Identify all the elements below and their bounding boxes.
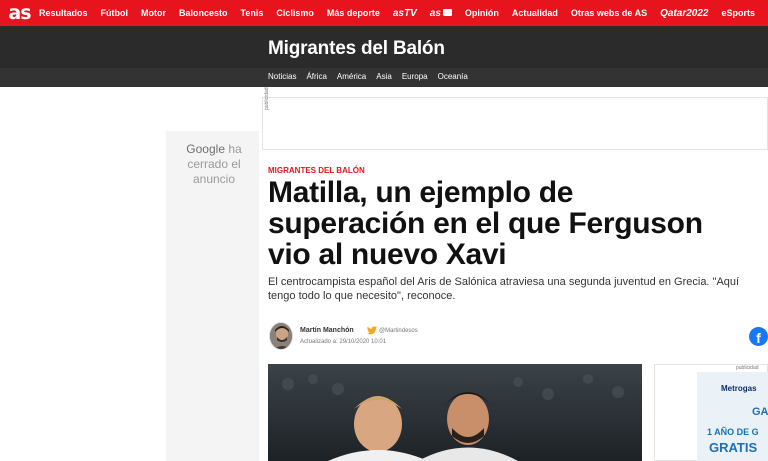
football-players-image — [268, 364, 642, 461]
top-navigation: as Resultados Fútbol Motor Baloncesto Te… — [0, 0, 768, 26]
author-name[interactable]: Martín Manchón — [300, 327, 354, 334]
nav-link-resultados[interactable]: Resultados — [39, 8, 88, 18]
updated-timestamp: Actualizado a: 29/10/2020 10:01 — [300, 339, 387, 345]
subnav-item-europa[interactable]: Europa — [402, 72, 428, 81]
subnav-item-asia[interactable]: Asia — [376, 72, 392, 81]
subnav-item-africa[interactable]: África — [306, 72, 326, 81]
nav-brand-astv[interactable]: asTV — [393, 8, 417, 19]
author-portrait — [270, 323, 292, 349]
facebook-share-button[interactable]: f — [749, 327, 768, 346]
metrogas-logo: Metrogas — [721, 384, 757, 393]
nav-link-mas-deporte[interactable]: Más deporte — [327, 8, 380, 18]
nav-link-esports[interactable]: eSports — [721, 8, 755, 18]
facebook-icon: f — [756, 330, 761, 346]
article-photo[interactable] — [268, 364, 642, 461]
nav-link-baloncesto[interactable]: Baloncesto — [179, 8, 228, 18]
metrogas-ad-line2: 1 AÑO DE G — [707, 427, 759, 437]
ad-label-top: publicidad — [264, 87, 270, 110]
section-title[interactable]: Migrantes del Balón — [268, 38, 445, 60]
nav-link-otras-webs[interactable]: Otras webs de AS — [571, 8, 647, 18]
nav-link-ciclismo[interactable]: Ciclismo — [276, 8, 314, 18]
metrogas-ad[interactable]: Metrogas GA 1 AÑO DE G GRATIS — [697, 372, 768, 461]
ad-label-right: publicidad — [736, 365, 759, 371]
closed-ad-message: Google ha cerrado el anuncio — [174, 142, 254, 187]
nav-link-tenis[interactable]: Tenis — [240, 8, 263, 18]
as-logo[interactable]: as — [6, 0, 33, 26]
camera-icon — [442, 9, 452, 17]
top-ad-banner[interactable] — [262, 97, 768, 150]
nav-link-actualidad[interactable]: Actualidad — [512, 8, 558, 18]
article-subtitle: El centrocampista español del Aris de Sa… — [268, 276, 740, 302]
subnav-item-oceania[interactable]: Oceanía — [438, 72, 468, 81]
metrogas-ad-line3: GRATIS — [709, 440, 758, 455]
twitter-icon[interactable] — [367, 326, 377, 335]
nav-link-opinion[interactable]: Opinión — [465, 8, 499, 18]
nav-brand-asfoto-label: as — [429, 7, 441, 19]
article-headline: Matilla, un ejemplo de superación en el … — [268, 176, 703, 271]
author-avatar[interactable] — [269, 322, 293, 350]
article-kicker[interactable]: MIGRANTES DEL BALÓN — [268, 166, 365, 175]
nav-brand-asfoto[interactable]: as — [430, 8, 452, 19]
twitter-handle[interactable]: @Martindesos — [379, 328, 418, 334]
google-wordmark: Google — [186, 142, 225, 156]
nav-link-motor[interactable]: Motor — [141, 8, 166, 18]
subnav-item-noticias[interactable]: Noticias — [268, 72, 296, 81]
nav-link-futbol[interactable]: Fútbol — [100, 8, 128, 18]
subnav-item-america[interactable]: América — [337, 72, 366, 81]
nav-brand-qatar[interactable]: Qatar2022 — [660, 8, 708, 19]
metrogas-ad-line1: GA — [752, 406, 768, 418]
section-subnav: Noticias África América Asia Europa Ocea… — [0, 68, 768, 87]
